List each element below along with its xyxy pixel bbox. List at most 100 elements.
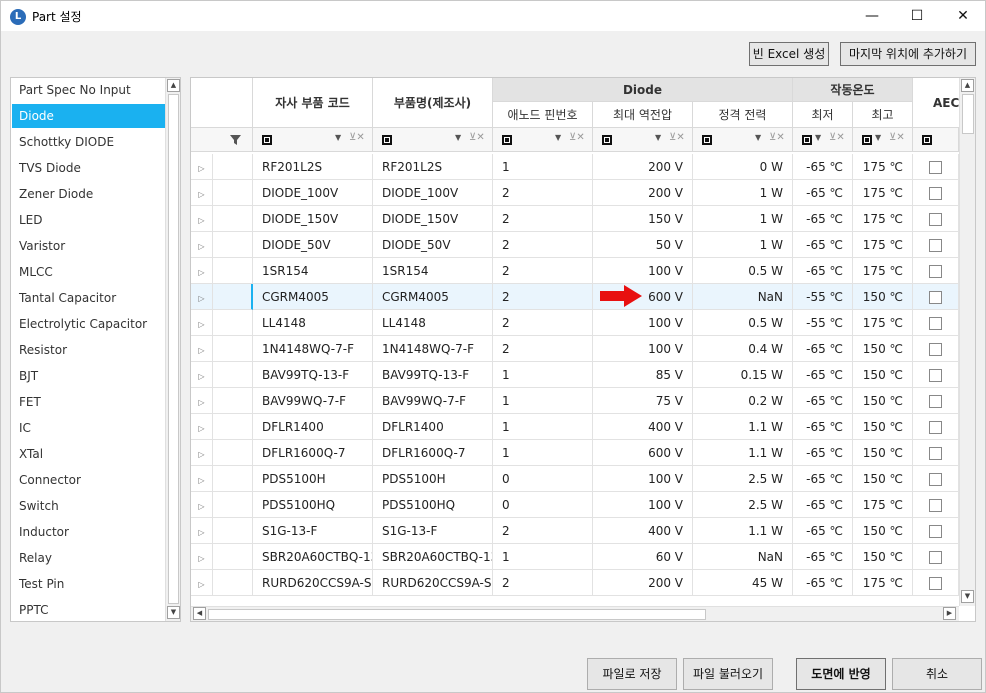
filter-operator-icon[interactable] — [862, 135, 872, 145]
expand-row-icon[interactable]: ▷ — [198, 268, 204, 277]
cell-aec[interactable] — [913, 414, 959, 440]
cell-tmin[interactable]: -65 ℃ — [793, 232, 853, 258]
expand-row-icon[interactable]: ▷ — [198, 528, 204, 537]
close-button[interactable]: ✕ — [940, 1, 986, 32]
filter-dropdown-icon[interactable]: ▼ — [755, 133, 761, 142]
cell-tmax[interactable]: 150 ℃ — [853, 388, 913, 414]
row-indicator-cell[interactable] — [213, 206, 253, 232]
row-indicator-cell[interactable] — [213, 466, 253, 492]
cell-tmin[interactable]: -65 ℃ — [793, 414, 853, 440]
grid-hscroll-thumb[interactable] — [208, 609, 706, 620]
cell-vr[interactable]: 100 V — [593, 466, 693, 492]
sidebar-item-fet[interactable]: FET — [12, 390, 165, 414]
expand-row-icon[interactable]: ▷ — [198, 554, 204, 563]
cell-power[interactable]: 45 W — [693, 570, 793, 596]
expand-row-icon[interactable]: ▷ — [198, 398, 204, 407]
cell-tmin[interactable]: -65 ℃ — [793, 206, 853, 232]
header-rated-power[interactable]: 정격 전력 — [693, 102, 793, 128]
filter-row-header[interactable] — [191, 128, 253, 152]
filter-dropdown-icon[interactable]: ▼ — [655, 133, 661, 142]
cell-power[interactable]: 0.15 W — [693, 362, 793, 388]
filter-operator-icon[interactable] — [702, 135, 712, 145]
cell-aec[interactable] — [913, 544, 959, 570]
apply-to-drawing-button[interactable]: 도면에 반영 — [796, 658, 886, 690]
aec-checkbox[interactable] — [929, 551, 942, 564]
row-indicator-cell[interactable] — [213, 180, 253, 206]
cell-vr[interactable]: 200 V — [593, 180, 693, 206]
sidebar-scrollbar[interactable]: ▲ ▼ — [165, 78, 180, 621]
cell-name[interactable]: 1N4148WQ-7-F — [373, 336, 493, 362]
cell-code[interactable]: 1N4148WQ-7-F — [253, 336, 373, 362]
grid-scroll-up-icon[interactable]: ▲ — [961, 79, 974, 92]
filter-dropdown-icon[interactable]: ▼ — [875, 133, 881, 142]
sidebar-item-mlcc[interactable]: MLCC — [12, 260, 165, 284]
cell-code[interactable]: S1G-13-F — [253, 518, 373, 544]
cell-name[interactable]: SBR20A60CTBQ-13 — [373, 544, 493, 570]
aec-checkbox[interactable] — [929, 187, 942, 200]
cell-code[interactable]: PDS5100HQ — [253, 492, 373, 518]
cell-pin[interactable]: 2 — [493, 284, 593, 310]
cell-name[interactable]: DFLR1400 — [373, 414, 493, 440]
sidebar-item-connector[interactable]: Connector — [12, 468, 165, 492]
aec-checkbox[interactable] — [929, 343, 942, 356]
cell-tmin[interactable]: -65 ℃ — [793, 544, 853, 570]
filter-cell-vr[interactable]: ▼ ⊻✕ — [593, 128, 693, 152]
cell-code[interactable]: DIODE_100V — [253, 180, 373, 206]
cell-power[interactable]: 1.1 W — [693, 414, 793, 440]
grid-horizontal-scrollbar[interactable]: ◀ ▶ — [191, 606, 959, 621]
sidebar-item-resistor[interactable]: Resistor — [12, 338, 165, 362]
row-indicator-cell[interactable] — [213, 310, 253, 336]
sidebar-item-schottky-diode[interactable]: Schottky DIODE — [12, 130, 165, 154]
cell-aec[interactable] — [913, 154, 959, 180]
cell-vr[interactable]: 60 V — [593, 544, 693, 570]
cell-tmin[interactable]: -65 ℃ — [793, 180, 853, 206]
save-to-file-button[interactable]: 파일로 저장 — [587, 658, 677, 690]
cell-pin[interactable]: 0 — [493, 492, 593, 518]
cell-tmin[interactable]: -65 ℃ — [793, 362, 853, 388]
cell-tmax[interactable]: 150 ℃ — [853, 362, 913, 388]
cell-power[interactable]: 0.2 W — [693, 388, 793, 414]
cell-vr[interactable]: 100 V — [593, 310, 693, 336]
expand-row-icon[interactable]: ▷ — [198, 242, 204, 251]
cell-tmin[interactable]: -55 ℃ — [793, 310, 853, 336]
cell-vr[interactable]: 100 V — [593, 492, 693, 518]
cell-vr[interactable]: 200 V — [593, 570, 693, 596]
sidebar-item-diode[interactable]: Diode — [12, 104, 165, 128]
sidebar-item-switch[interactable]: Switch — [12, 494, 165, 518]
sidebar-item-pptc[interactable]: PPTC — [12, 598, 165, 621]
row-expander-cell[interactable]: ▷ — [191, 388, 213, 414]
row-expander-cell[interactable]: ▷ — [191, 336, 213, 362]
filter-operator-icon[interactable] — [922, 135, 932, 145]
filter-operator-icon[interactable] — [262, 135, 272, 145]
cell-code[interactable]: DIODE_150V — [253, 206, 373, 232]
cell-aec[interactable] — [913, 492, 959, 518]
cell-code[interactable]: BAV99TQ-13-F — [253, 362, 373, 388]
cell-name[interactable]: S1G-13-F — [373, 518, 493, 544]
row-expander-cell[interactable]: ▷ — [191, 258, 213, 284]
cell-tmax[interactable]: 150 ℃ — [853, 284, 913, 310]
cell-pin[interactable]: 2 — [493, 232, 593, 258]
sidebar-item-tantal-capacitor[interactable]: Tantal Capacitor — [12, 286, 165, 310]
cell-tmin[interactable]: -65 ℃ — [793, 154, 853, 180]
row-indicator-cell[interactable] — [213, 544, 253, 570]
expand-row-icon[interactable]: ▷ — [198, 320, 204, 329]
cell-vr[interactable]: 75 V — [593, 388, 693, 414]
header-anode-pin[interactable]: 애노드 핀번호 — [493, 102, 593, 128]
cell-tmin[interactable]: -65 ℃ — [793, 518, 853, 544]
sidebar-item-ic[interactable]: IC — [12, 416, 165, 440]
row-indicator-cell[interactable] — [213, 154, 253, 180]
filter-cell-name[interactable]: ▼ ⊻✕ — [373, 128, 493, 152]
row-expander-cell[interactable]: ▷ — [191, 518, 213, 544]
expand-row-icon[interactable]: ▷ — [198, 346, 204, 355]
expand-row-icon[interactable]: ▷ — [198, 294, 204, 303]
cell-pin[interactable]: 2 — [493, 258, 593, 284]
row-indicator-cell[interactable] — [213, 492, 253, 518]
filter-icon[interactable] — [230, 135, 241, 145]
cell-power[interactable]: NaN — [693, 284, 793, 310]
cell-pin[interactable]: 1 — [493, 544, 593, 570]
row-expander-cell[interactable]: ▷ — [191, 362, 213, 388]
cell-vr[interactable]: 200 V — [593, 154, 693, 180]
sidebar-item-tvs-diode[interactable]: TVS Diode — [12, 156, 165, 180]
cell-tmax[interactable]: 175 ℃ — [853, 570, 913, 596]
cell-pin[interactable]: 1 — [493, 388, 593, 414]
